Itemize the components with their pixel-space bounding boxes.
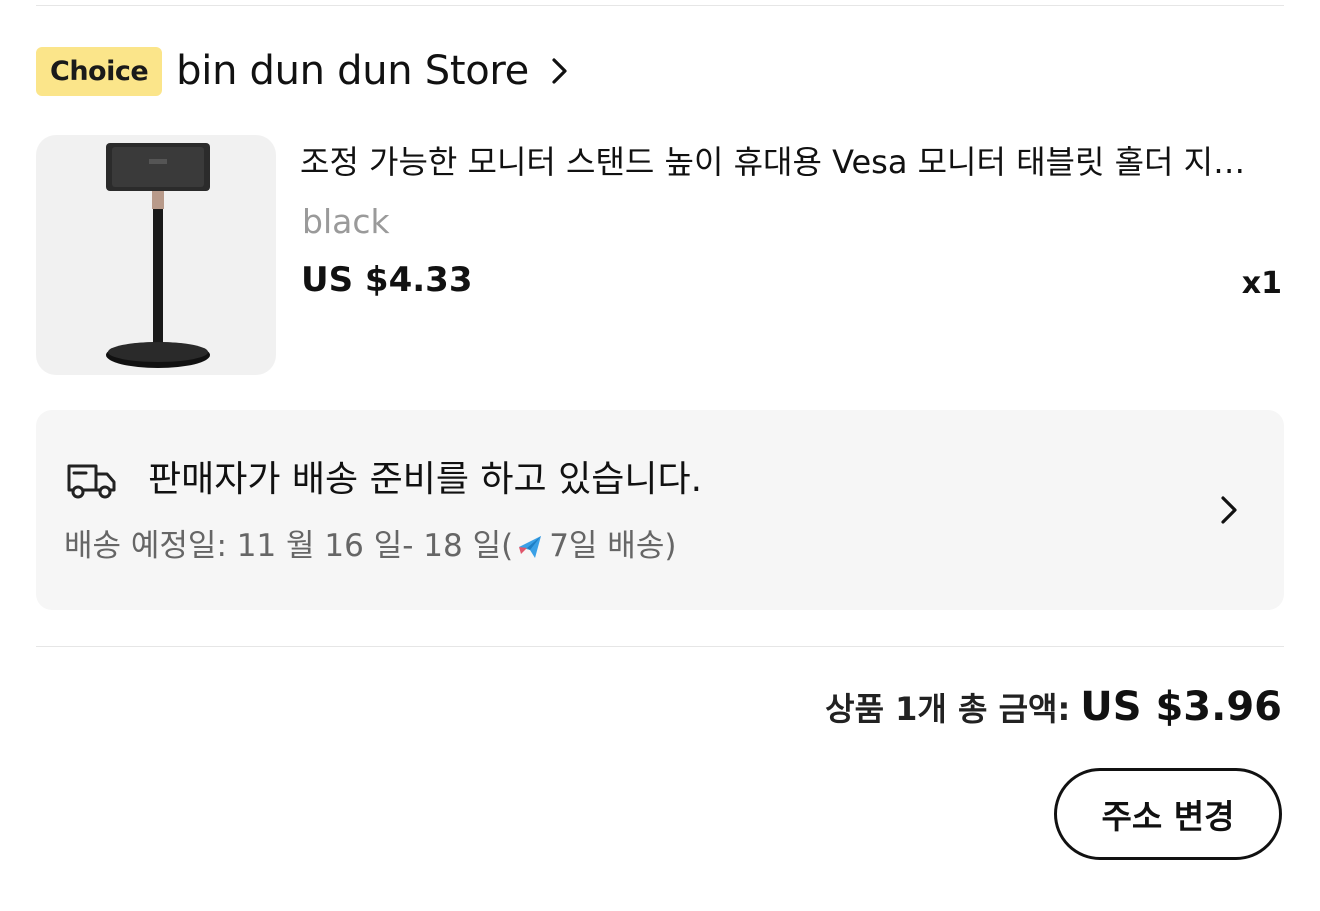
chevron-right-icon[interactable] <box>549 56 571 86</box>
product-image[interactable] <box>36 135 276 375</box>
delivery-estimate-suffix: 7일 배송) <box>549 528 677 564</box>
delivery-estimate-prefix: 배송 예정일: 11 월 16 일- 18 일( <box>64 528 514 564</box>
order-total: 상품 1개 총 금액: US $3.96 <box>825 684 1282 730</box>
airplane-icon <box>515 530 547 562</box>
product-title[interactable]: 조정 가능한 모니터 스탠드 높이 휴대용 Vesa 모니터 태블릿 홀더 지지… <box>300 140 1260 184</box>
section-divider <box>36 646 1284 647</box>
delivery-estimate: 배송 예정일: 11 월 16 일- 18 일( 7일 배송) <box>64 524 676 568</box>
product-price: US $4.33 <box>301 260 473 300</box>
choice-badge: Choice <box>36 46 163 96</box>
product-quantity: x1 <box>1241 266 1282 301</box>
change-address-button[interactable]: 주소 변경 <box>1054 768 1282 860</box>
truck-icon <box>66 458 118 502</box>
monitor-stand-icon <box>106 143 210 368</box>
store-header[interactable]: Choice bin dun dun Store <box>36 46 571 96</box>
shipping-status-card[interactable]: 판매자가 배송 준비를 하고 있습니다. 배송 예정일: 11 월 16 일- … <box>36 410 1284 610</box>
chevron-right-icon[interactable] <box>1218 494 1240 526</box>
shipping-status-text: 판매자가 배송 준비를 하고 있습니다. <box>148 459 703 500</box>
total-label: 상품 1개 총 금액: <box>825 690 1071 728</box>
store-name[interactable]: bin dun dun Store <box>176 48 529 94</box>
total-amount: US $3.96 <box>1080 684 1282 730</box>
top-divider <box>36 5 1284 6</box>
product-variant: black <box>302 202 390 241</box>
